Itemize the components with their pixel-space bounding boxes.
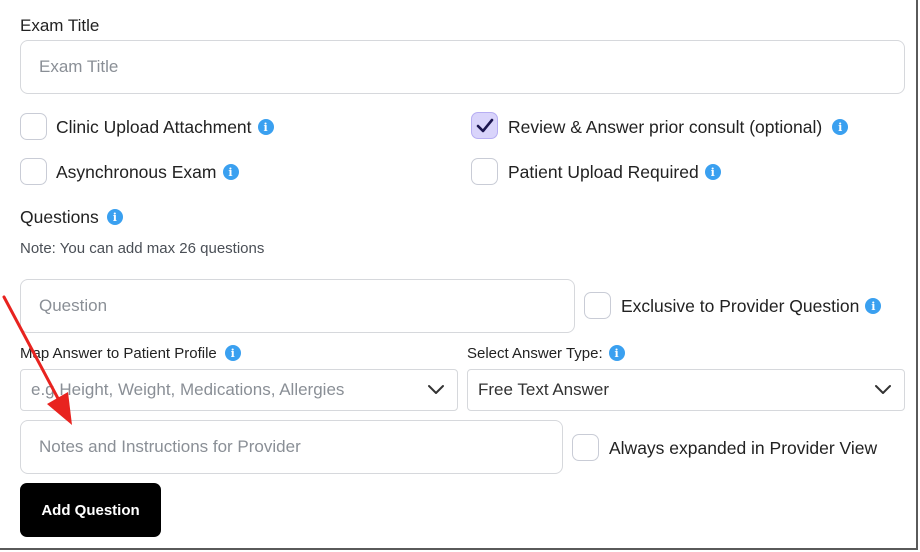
async-exam-row: Asynchronous Exam i [56, 160, 239, 184]
exam-title-input[interactable]: Exam Title [20, 40, 905, 94]
question-placeholder: Question [39, 296, 108, 315]
review-prior-label: Review & Answer prior consult (optional) [508, 116, 823, 137]
map-answer-placeholder: e.g Height, Weight, Medications, Allergi… [31, 380, 345, 399]
chevron-down-icon [428, 385, 444, 394]
info-icon[interactable]: i [224, 345, 241, 361]
notes-instructions-placeholder: Notes and Instructions for Provider [39, 437, 301, 456]
exclusive-provider-label: Exclusive to Provider Question [621, 295, 860, 316]
map-answer-row: Map Answer to Patient Profile i [20, 344, 241, 362]
checkmark-icon [476, 118, 493, 133]
clinic-upload-row: Clinic Upload Attachment i [56, 115, 274, 139]
patient-upload-checkbox[interactable] [471, 158, 498, 185]
async-exam-label: Asynchronous Exam [56, 161, 217, 182]
info-icon[interactable]: i [832, 119, 849, 135]
info-icon[interactable]: i [704, 164, 721, 180]
answer-type-row: Select Answer Type: i [467, 344, 625, 362]
notes-instructions-input[interactable]: Notes and Instructions for Provider [20, 420, 563, 474]
questions-note: Note: You can add max 26 questions [20, 240, 265, 257]
question-input[interactable]: Question [20, 279, 575, 333]
exclusive-provider-checkbox[interactable] [584, 292, 611, 319]
add-question-button[interactable]: Add Question [20, 483, 161, 537]
map-answer-label: Map Answer to Patient Profile [20, 344, 217, 362]
map-answer-select[interactable]: e.g Height, Weight, Medications, Allergi… [20, 369, 458, 411]
exclusive-provider-row: Exclusive to Provider Question i [621, 294, 882, 318]
answer-type-select[interactable]: Free Text Answer [467, 369, 905, 411]
clinic-upload-checkbox[interactable] [20, 113, 47, 140]
always-expanded-checkbox[interactable] [572, 434, 599, 461]
questions-heading: Questions [20, 206, 99, 227]
info-icon[interactable]: i [106, 209, 123, 225]
answer-type-label: Select Answer Type: [467, 344, 603, 362]
always-expanded-label: Always expanded in Provider View [609, 437, 878, 458]
review-prior-row: Review & Answer prior consult (optional)… [508, 115, 849, 139]
always-expanded-row: Always expanded in Provider View [609, 436, 877, 460]
info-icon[interactable]: i [222, 164, 239, 180]
clinic-upload-label: Clinic Upload Attachment [56, 116, 252, 137]
patient-upload-label: Patient Upload Required [508, 161, 699, 182]
exam-title-label: Exam Title [20, 16, 100, 35]
answer-type-value: Free Text Answer [478, 380, 610, 399]
patient-upload-row: Patient Upload Required i [508, 160, 721, 184]
exam-title-placeholder: Exam Title [39, 57, 119, 76]
chevron-down-icon [875, 385, 891, 394]
info-icon[interactable]: i [257, 119, 274, 135]
review-prior-checkbox[interactable] [471, 112, 498, 139]
info-icon[interactable]: i [865, 298, 882, 314]
async-exam-checkbox[interactable] [20, 158, 47, 185]
questions-heading-row: Questions i [20, 205, 123, 229]
info-icon[interactable]: i [608, 345, 625, 361]
